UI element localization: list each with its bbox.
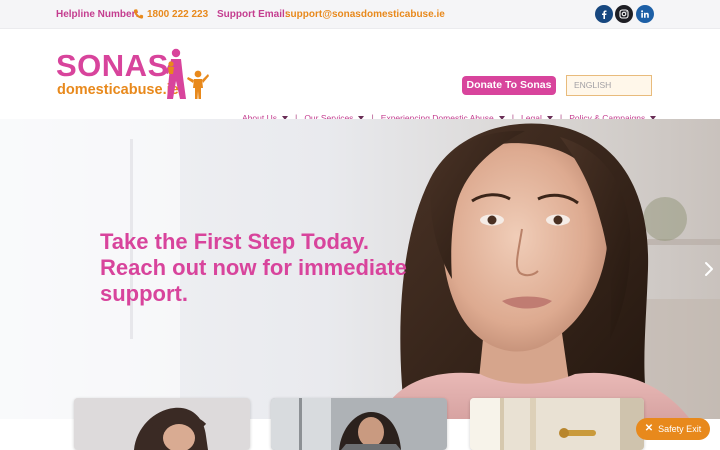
safety-exit-button[interactable]: ✕ Safety Exit <box>636 418 710 440</box>
card-photo-distressed-woman <box>74 398 250 450</box>
helpline-number-link[interactable]: 1800 222 223 <box>147 8 208 21</box>
close-x-icon: ✕ <box>644 423 654 434</box>
feature-cards-strip <box>0 398 720 450</box>
helpline-label: Helpline Number: <box>56 9 139 20</box>
site-header: SONAS domesticabuse.ie Donate To Sonas E… <box>0 29 720 123</box>
sonas-logo[interactable]: SONAS domesticabuse.ie <box>56 45 211 103</box>
donate-button[interactable]: Donate To Sonas <box>462 76 556 95</box>
safety-exit-label: Safety Exit <box>658 424 702 434</box>
linkedin-icon[interactable] <box>636 5 654 23</box>
feature-card[interactable] <box>470 398 644 450</box>
instagram-icon[interactable] <box>615 5 633 23</box>
card-photo-woman-window <box>271 398 447 450</box>
chevron-right-icon[interactable] <box>702 261 716 277</box>
language-select[interactable]: ENGLISH <box>566 75 652 96</box>
hero-slider: Take the First Step Today. Reach out now… <box>0 119 720 419</box>
phone-icon <box>133 9 144 19</box>
facebook-icon[interactable] <box>595 5 613 23</box>
support-email-link[interactable]: support@sonasdomesticabuse.ie <box>285 8 445 21</box>
support-email-label: Support Email: <box>217 9 289 20</box>
hero-heading: Take the First Step Today. Reach out now… <box>100 229 407 306</box>
mother-child-logo-icon <box>165 48 209 99</box>
feature-card[interactable] <box>271 398 447 450</box>
logo-wordmark: SONAS <box>56 48 169 83</box>
card-photo-door-handle <box>470 398 644 450</box>
feature-card[interactable] <box>74 398 250 450</box>
top-bar: Helpline Number: 1800 222 223 Support Em… <box>0 0 720 29</box>
